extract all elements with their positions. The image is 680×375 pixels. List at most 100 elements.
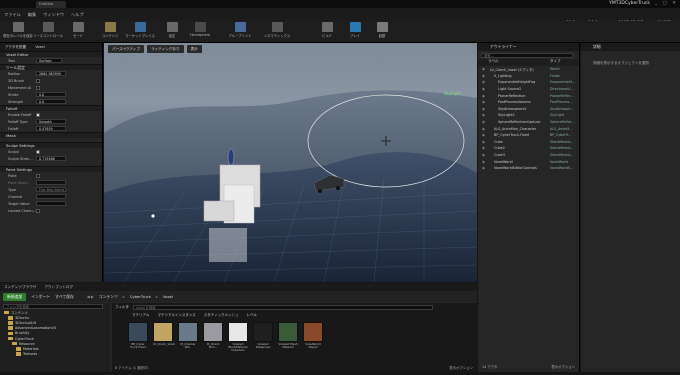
breadcrumb-content[interactable]: コンテンツ bbox=[99, 294, 118, 300]
toolbar-icon bbox=[104, 22, 116, 32]
window-controls[interactable]: _ ▢ ✕ bbox=[655, 1, 678, 6]
outliner-row[interactable]: ◉ Cube StaticMeshA... bbox=[478, 139, 579, 146]
asset-view-options[interactable]: 表示オプション bbox=[449, 365, 473, 370]
light-icon[interactable] bbox=[151, 214, 155, 218]
stride-field[interactable]: 0.0 bbox=[36, 92, 66, 97]
outliner-row[interactable]: ◉ BP_CyberTruck-Fixed BP_CyberTr... bbox=[478, 132, 579, 139]
save-all-button[interactable]: すべて保存 bbox=[55, 294, 74, 300]
menu-file[interactable]: ファイル bbox=[4, 12, 21, 18]
asset-tile[interactable]: BP_Cyber Truck-Fixed bbox=[128, 322, 148, 358]
tool-select[interactable]: Surface bbox=[36, 58, 62, 63]
toolbar-button-9[interactable]: ビルド bbox=[312, 22, 342, 42]
col-label[interactable]: ラベル bbox=[488, 59, 499, 66]
viewport-scene[interactable]: SkyLight bbox=[104, 43, 477, 282]
falloff-field[interactable]: 0.47619 bbox=[36, 126, 66, 131]
lit-button[interactable]: ライティングあり bbox=[147, 45, 184, 53]
asset-tile[interactable]: Voxeled BlockMaterial Collection bbox=[228, 322, 248, 358]
outliner-row-label: Cube bbox=[494, 139, 503, 144]
toolbar-button-5[interactable]: 設定 bbox=[157, 22, 187, 42]
toolbar-button-11[interactable]: 起動 bbox=[367, 22, 397, 42]
perspective-button[interactable]: パースペクティブ bbox=[108, 45, 145, 53]
outliner-row[interactable]: ◉ VoxelWorld VoxelWorld bbox=[478, 158, 579, 165]
outliner-row[interactable]: ◉ 0_Lighting Folder bbox=[478, 73, 579, 80]
menu-edit[interactable]: 編集 bbox=[28, 12, 36, 18]
tab-content-browser[interactable]: コンテンツブラウザ bbox=[4, 283, 36, 291]
outliner-row[interactable]: ◉ Light Source2 DirectionalLi... bbox=[478, 86, 579, 93]
asset-tile[interactable]: M_Check Nrm... bbox=[203, 322, 223, 358]
asset-tile[interactable]: Voxeled Mesh Material bbox=[278, 322, 298, 358]
level-viewport[interactable]: SkyLight bbox=[104, 43, 477, 282]
enable-falloff-checkbox[interactable] bbox=[36, 112, 40, 117]
toolbar-button-1[interactable]: ソースコントロール bbox=[33, 22, 63, 42]
outliner-row[interactable]: ◉ LV_Check_Voxel (エディタ) World bbox=[478, 66, 579, 73]
skylight-label: SkyLight bbox=[444, 91, 461, 96]
target-value-field[interactable] bbox=[36, 201, 66, 206]
filter-material-instance[interactable]: マテリアルインスタンス bbox=[157, 311, 195, 319]
locked-channel-checkbox[interactable] bbox=[36, 208, 40, 213]
asset-tile[interactable]: Voxeled Dataprops bbox=[253, 322, 273, 358]
sculpt-strength-field[interactable]: 0.719168 bbox=[36, 156, 66, 161]
movement-checkbox[interactable] bbox=[36, 85, 40, 90]
breadcrumb-voxel[interactable]: Voxel bbox=[163, 294, 173, 299]
menu-window[interactable]: ウィンドウ bbox=[43, 12, 64, 18]
toolbar-button-0[interactable]: 現在のレベルを保存 bbox=[3, 22, 33, 42]
toolbar-button-6[interactable]: Hemisphere bbox=[185, 22, 215, 42]
outliner-row[interactable]: ◉ Cube3 StaticMeshA... bbox=[478, 152, 579, 159]
toolbar-icon bbox=[271, 22, 283, 32]
tab-output-log[interactable]: アウトプットログ bbox=[44, 283, 73, 291]
tab-voxel[interactable]: Voxel bbox=[32, 45, 48, 49]
paint-strength-field[interactable] bbox=[36, 180, 66, 185]
col-type[interactable]: タイプ bbox=[550, 59, 561, 64]
add-new-button[interactable]: 新規追加 bbox=[3, 292, 27, 301]
import-button[interactable]: インポート bbox=[31, 294, 50, 300]
outliner-row[interactable]: ◉ PlanarReflection PlanarReflec... bbox=[478, 92, 579, 99]
toolbar-button-10[interactable]: プレイ bbox=[340, 22, 370, 42]
strength-field[interactable]: 0.0 bbox=[36, 99, 66, 104]
toolbar-button-7[interactable]: ブループリント bbox=[225, 22, 255, 42]
falloff-type-select[interactable]: Smooth bbox=[36, 119, 66, 124]
outliner-row[interactable]: ◉ ALS_AnimMan_Character ALS_AnimM... bbox=[478, 125, 579, 132]
section-mask[interactable]: Mask bbox=[0, 132, 102, 138]
outliner-row[interactable]: ◉ SphereReflectionCapture SphereReflec... bbox=[478, 119, 579, 126]
outliner-row[interactable]: ◉ SkyAtmosphere2 SkyAtmosph... bbox=[478, 106, 579, 113]
project-tab[interactable]: Untitled Project bbox=[36, 1, 66, 13]
outliner-view-options[interactable]: 表示オプション bbox=[551, 364, 575, 369]
asset-thumbnail bbox=[153, 322, 173, 342]
filter-level[interactable]: レベル bbox=[246, 311, 257, 319]
filter-material[interactable]: マテリアル bbox=[132, 311, 149, 319]
outliner-row[interactable]: ◉ ExponentialHeightFog ExponentialH... bbox=[478, 79, 579, 86]
toolbar-button-2[interactable]: モード bbox=[63, 22, 93, 42]
channel-field[interactable] bbox=[36, 194, 66, 199]
radius-field[interactable]: 2662.983959 bbox=[36, 71, 66, 76]
folder-search-input[interactable]: フォルダを検索 bbox=[3, 304, 103, 309]
type-select[interactable]: Five Max Blend bbox=[36, 187, 66, 192]
outliner-search-input[interactable]: 検索... bbox=[481, 52, 573, 58]
character-actor[interactable] bbox=[227, 148, 235, 166]
3d-brush-checkbox[interactable] bbox=[36, 78, 40, 83]
breadcrumb-cybertruck[interactable]: CyberTruck bbox=[130, 294, 151, 299]
nav-arrows-icon[interactable]: ◀ ▶ bbox=[87, 294, 94, 299]
details-tab[interactable]: 詳細 bbox=[581, 43, 680, 51]
show-button[interactable]: 表示 bbox=[186, 45, 202, 53]
filter-static-mesh[interactable]: スタティックメッシュ bbox=[204, 311, 239, 319]
paint-checkbox[interactable] bbox=[36, 173, 40, 178]
outliner-tab[interactable]: アウトライナー bbox=[478, 43, 579, 51]
menu-help[interactable]: ヘルプ bbox=[71, 12, 84, 18]
asset-tile[interactable]: VoxelWorld Object bbox=[303, 322, 323, 358]
toolbar-label: ビルド bbox=[322, 34, 332, 38]
asset-tile[interactable]: M_Checker Bld.. bbox=[178, 322, 198, 358]
toolbar-button-8[interactable]: シネマティックス bbox=[262, 22, 292, 42]
toolbar-button-3[interactable]: コンテンツ bbox=[95, 22, 125, 42]
asset-search-input[interactable]: Voxel を検索 bbox=[132, 304, 433, 310]
outliner-row[interactable]: ◉ VoxelWorldEditorControls VoxelWorldE... bbox=[478, 165, 579, 172]
filter-button[interactable]: フィルタ bbox=[115, 305, 129, 310]
sculpt-checkbox[interactable] bbox=[36, 149, 40, 154]
folder-item[interactable]: Textures bbox=[4, 352, 110, 357]
outliner-row[interactable]: ◉ PostProcessVolume PostProcess... bbox=[478, 99, 579, 106]
toolbar-button-4[interactable]: マーケットプレイス bbox=[125, 22, 155, 42]
tab-place-actors[interactable]: アクタを配置 bbox=[2, 45, 29, 50]
outliner-row[interactable]: ◉ SkyLight2 SkyLight bbox=[478, 112, 579, 119]
folder-icon bbox=[8, 326, 13, 330]
outliner-row[interactable]: ◉ Cube2 StaticMeshA... bbox=[478, 145, 579, 152]
asset-tile[interactable]: LV_Check_Voxel bbox=[153, 322, 175, 358]
